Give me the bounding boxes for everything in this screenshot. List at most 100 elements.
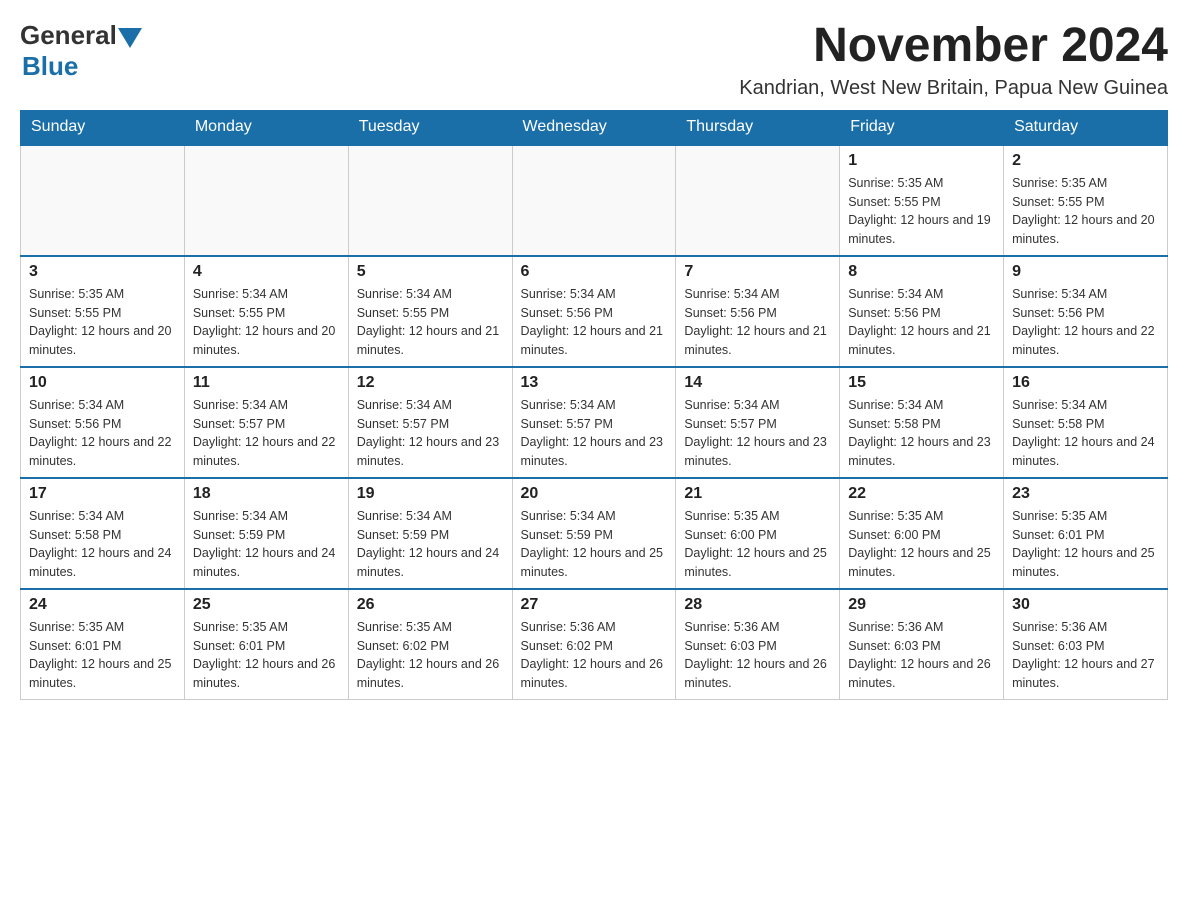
calendar-day-cell: 16 Sunrise: 5:34 AMSunset: 5:58 PMDayligh…	[1004, 367, 1168, 478]
logo-general-text: General Blue	[20, 20, 143, 82]
calendar-day-cell	[184, 145, 348, 256]
calendar-day-cell: 2 Sunrise: 5:35 AMSunset: 5:55 PMDaylight…	[1004, 145, 1168, 256]
day-number: 30	[1012, 596, 1159, 614]
calendar-week-row: 17 Sunrise: 5:34 AMSunset: 5:58 PMDayligh…	[21, 478, 1168, 589]
calendar-day-cell: 1 Sunrise: 5:35 AMSunset: 5:55 PMDaylight…	[840, 145, 1004, 256]
day-number: 1	[848, 152, 995, 170]
calendar-day-cell	[512, 145, 676, 256]
day-number: 14	[684, 374, 831, 392]
calendar-week-row: 1 Sunrise: 5:35 AMSunset: 5:55 PMDaylight…	[21, 145, 1168, 256]
day-number: 18	[193, 485, 340, 503]
page-header: General Blue November 2024 Kandrian, Wes…	[20, 20, 1168, 100]
day-info: Sunrise: 5:35 AMSunset: 6:01 PMDaylight:…	[193, 618, 340, 693]
day-info: Sunrise: 5:35 AMSunset: 5:55 PMDaylight:…	[1012, 174, 1159, 249]
day-info: Sunrise: 5:35 AMSunset: 6:02 PMDaylight:…	[357, 618, 504, 693]
calendar-day-cell: 19 Sunrise: 5:34 AMSunset: 5:59 PMDayligh…	[348, 478, 512, 589]
calendar-day-cell: 5 Sunrise: 5:34 AMSunset: 5:55 PMDaylight…	[348, 256, 512, 367]
day-number: 20	[521, 485, 668, 503]
title-section: November 2024 Kandrian, West New Britain…	[739, 20, 1168, 100]
day-number: 5	[357, 263, 504, 281]
calendar-day-header: Tuesday	[348, 110, 512, 145]
calendar-day-cell: 24Sunrise: 5:35 AMSunset: 6:01 PMDayligh…	[21, 589, 185, 700]
day-info: Sunrise: 5:34 AMSunset: 5:57 PMDaylight:…	[521, 396, 668, 471]
calendar-day-cell: 30 Sunrise: 5:36 AMSunset: 6:03 PMDayligh…	[1004, 589, 1168, 700]
day-info: Sunrise: 5:34 AMSunset: 5:57 PMDaylight:…	[357, 396, 504, 471]
day-info: Sunrise: 5:34 AMSunset: 5:55 PMDaylight:…	[193, 285, 340, 360]
day-number: 10	[29, 374, 176, 392]
location-subtitle: Kandrian, West New Britain, Papua New Gu…	[739, 77, 1168, 100]
day-number: 7	[684, 263, 831, 281]
calendar-day-cell: 21 Sunrise: 5:35 AMSunset: 6:00 PMDayligh…	[676, 478, 840, 589]
day-number: 17	[29, 485, 176, 503]
day-info: Sunrise: 5:35 AMSunset: 5:55 PMDaylight:…	[848, 174, 995, 249]
day-info: Sunrise: 5:36 AMSunset: 6:02 PMDaylight:…	[521, 618, 668, 693]
day-number: 25	[193, 596, 340, 614]
day-number: 12	[357, 374, 504, 392]
day-number: 2	[1012, 152, 1159, 170]
day-number: 9	[1012, 263, 1159, 281]
calendar-day-cell: 18 Sunrise: 5:34 AMSunset: 5:59 PMDayligh…	[184, 478, 348, 589]
day-info: Sunrise: 5:36 AMSunset: 6:03 PMDaylight:…	[684, 618, 831, 693]
calendar-day-cell: 7 Sunrise: 5:34 AMSunset: 5:56 PMDaylight…	[676, 256, 840, 367]
day-number: 28	[684, 596, 831, 614]
day-number: 3	[29, 263, 176, 281]
day-number: 13	[521, 374, 668, 392]
day-number: 29	[848, 596, 995, 614]
calendar-table: SundayMondayTuesdayWednesdayThursdayFrid…	[20, 110, 1168, 700]
day-info: Sunrise: 5:34 AMSunset: 5:57 PMDaylight:…	[684, 396, 831, 471]
calendar-day-cell: 9 Sunrise: 5:34 AMSunset: 5:56 PMDaylight…	[1004, 256, 1168, 367]
day-info: Sunrise: 5:34 AMSunset: 5:58 PMDaylight:…	[29, 507, 176, 582]
day-info: Sunrise: 5:34 AMSunset: 5:56 PMDaylight:…	[1012, 285, 1159, 360]
calendar-day-header: Wednesday	[512, 110, 676, 145]
day-number: 4	[193, 263, 340, 281]
day-info: Sunrise: 5:34 AMSunset: 5:58 PMDaylight:…	[848, 396, 995, 471]
calendar-day-cell: 12 Sunrise: 5:34 AMSunset: 5:57 PMDayligh…	[348, 367, 512, 478]
calendar-day-header: Friday	[840, 110, 1004, 145]
calendar-day-cell: 8 Sunrise: 5:34 AMSunset: 5:56 PMDaylight…	[840, 256, 1004, 367]
calendar-day-cell: 25 Sunrise: 5:35 AMSunset: 6:01 PMDayligh…	[184, 589, 348, 700]
calendar-day-cell: 28 Sunrise: 5:36 AMSunset: 6:03 PMDayligh…	[676, 589, 840, 700]
calendar-day-header: Thursday	[676, 110, 840, 145]
day-info: Sunrise: 5:36 AMSunset: 6:03 PMDaylight:…	[848, 618, 995, 693]
calendar-day-cell	[676, 145, 840, 256]
calendar-week-row: 10Sunrise: 5:34 AMSunset: 5:56 PMDayligh…	[21, 367, 1168, 478]
calendar-day-cell: 15 Sunrise: 5:34 AMSunset: 5:58 PMDayligh…	[840, 367, 1004, 478]
day-info: Sunrise: 5:35 AMSunset: 6:01 PMDaylight:…	[1012, 507, 1159, 582]
day-info: Sunrise: 5:34 AMSunset: 5:56 PMDaylight:…	[521, 285, 668, 360]
day-info: Sunrise: 5:36 AMSunset: 6:03 PMDaylight:…	[1012, 618, 1159, 693]
day-number: 26	[357, 596, 504, 614]
calendar-day-cell: 10Sunrise: 5:34 AMSunset: 5:56 PMDayligh…	[21, 367, 185, 478]
calendar-day-cell: 3 Sunrise: 5:35 AMSunset: 5:55 PMDaylight…	[21, 256, 185, 367]
day-info: Sunrise: 5:34 AMSunset: 5:59 PMDaylight:…	[357, 507, 504, 582]
calendar-day-cell: 29 Sunrise: 5:36 AMSunset: 6:03 PMDayligh…	[840, 589, 1004, 700]
day-number: 6	[521, 263, 668, 281]
day-info: Sunrise: 5:34 AMSunset: 5:55 PMDaylight:…	[357, 285, 504, 360]
calendar-day-header: Sunday	[21, 110, 185, 145]
day-info: Sunrise: 5:34 AMSunset: 5:56 PMDaylight:…	[684, 285, 831, 360]
day-info: Sunrise: 5:35 AMSunset: 6:00 PMDaylight:…	[684, 507, 831, 582]
day-number: 19	[357, 485, 504, 503]
day-number: 22	[848, 485, 995, 503]
day-number: 16	[1012, 374, 1159, 392]
calendar-day-cell: 13 Sunrise: 5:34 AMSunset: 5:57 PMDayligh…	[512, 367, 676, 478]
day-number: 8	[848, 263, 995, 281]
day-info: Sunrise: 5:35 AMSunset: 6:00 PMDaylight:…	[848, 507, 995, 582]
day-info: Sunrise: 5:34 AMSunset: 5:58 PMDaylight:…	[1012, 396, 1159, 471]
day-number: 15	[848, 374, 995, 392]
calendar-day-cell: 4 Sunrise: 5:34 AMSunset: 5:55 PMDaylight…	[184, 256, 348, 367]
month-year-title: November 2024	[739, 20, 1168, 73]
day-info: Sunrise: 5:35 AMSunset: 5:55 PMDaylight:…	[29, 285, 176, 360]
day-number: 24	[29, 596, 176, 614]
calendar-week-row: 3 Sunrise: 5:35 AMSunset: 5:55 PMDaylight…	[21, 256, 1168, 367]
calendar-day-cell: 27 Sunrise: 5:36 AMSunset: 6:02 PMDayligh…	[512, 589, 676, 700]
day-number: 21	[684, 485, 831, 503]
calendar-day-cell	[348, 145, 512, 256]
day-number: 27	[521, 596, 668, 614]
calendar-day-cell	[21, 145, 185, 256]
day-info: Sunrise: 5:34 AMSunset: 5:57 PMDaylight:…	[193, 396, 340, 471]
day-info: Sunrise: 5:34 AMSunset: 5:59 PMDaylight:…	[193, 507, 340, 582]
calendar-day-header: Saturday	[1004, 110, 1168, 145]
day-number: 23	[1012, 485, 1159, 503]
day-info: Sunrise: 5:34 AMSunset: 5:56 PMDaylight:…	[848, 285, 995, 360]
calendar-day-cell: 11Sunrise: 5:34 AMSunset: 5:57 PMDayligh…	[184, 367, 348, 478]
